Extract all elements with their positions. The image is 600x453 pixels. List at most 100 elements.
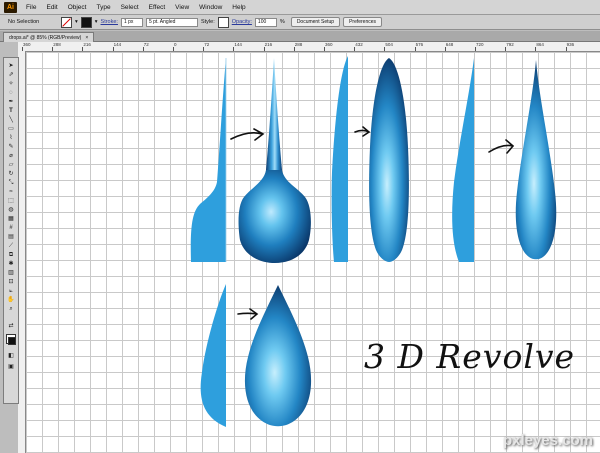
ruler-tick-mark [263, 47, 265, 51]
opacity-label[interactable]: Opacity: [232, 19, 252, 25]
opacity-unit: % [279, 19, 285, 25]
ruler-tick-mark [565, 47, 567, 51]
menu-select[interactable]: Select [116, 4, 144, 11]
ruler-tick-label: 72 [143, 42, 149, 47]
arrow-2 [354, 126, 371, 137]
menu-edit[interactable]: Edit [41, 4, 62, 11]
eyedropper-tool-icon[interactable]: ⟋ [6, 243, 16, 250]
column-graph-tool-icon[interactable]: ▥ [6, 270, 16, 277]
ruler-tick-mark [444, 47, 446, 51]
annotation-text: 3 D Revolve [364, 337, 576, 376]
revolved-flask[interactable] [266, 58, 282, 170]
menu-view[interactable]: View [170, 4, 194, 11]
ruler-tick-label: 0 [174, 42, 177, 47]
pen-tool-icon[interactable]: ✒ [6, 99, 16, 106]
eraser-tool-icon[interactable]: ▱ [6, 162, 16, 169]
slice-tool-icon[interactable]: ⟀ [6, 288, 16, 295]
magic-wand-tool-icon[interactable]: ✧ [6, 81, 16, 88]
tools-panel: ➤ ⇗ ✧ ◌ ✒ T ╲ ▭ ⌇ ✎ ⌀ ▱ ↻ ⤡ ≈ ⬚ ◍ ▦ # ▤ … [3, 57, 19, 404]
mesh-tool-icon[interactable]: # [6, 225, 16, 232]
revolved-flask-bulb[interactable] [238, 170, 311, 263]
hand-tool-icon[interactable]: ✋ [6, 297, 16, 304]
chevron-down-icon[interactable]: ▾ [95, 19, 98, 25]
arrow-1 [230, 128, 265, 141]
line-tool-icon[interactable]: ╲ [6, 117, 16, 124]
opacity-field[interactable]: 100 [254, 17, 277, 27]
free-transform-tool-icon[interactable]: ⬚ [6, 198, 16, 205]
revolved-classic-drop[interactable] [244, 285, 312, 427]
stroke-label[interactable]: Stroke: [101, 19, 118, 25]
paintbrush-tool-icon[interactable]: ⌇ [6, 135, 16, 142]
screen-mode-icon[interactable]: ▣ [6, 364, 16, 371]
rotate-tool-icon[interactable]: ↻ [6, 171, 16, 178]
artboard-tool-icon[interactable]: ⊡ [6, 279, 16, 286]
horizontal-ruler[interactable]: 360 288 216 144 72 0 72 144 216 288 360 432 504 576 64… [18, 42, 600, 52]
ruler-tick-mark [142, 47, 144, 51]
blend-tool-icon[interactable]: ⧉ [6, 252, 16, 259]
control-bar: No Selection ▾ ▾ Stroke: 1 px 5 pt. Angl… [0, 15, 600, 30]
document-tab[interactable]: drops.ai* @ 85% (RGB/Preview) × [3, 32, 95, 42]
ruler-tick-label: 432 [355, 42, 363, 47]
menu-object[interactable]: Object [63, 4, 92, 11]
warp-tool-icon[interactable]: ≈ [6, 189, 16, 196]
lasso-tool-icon[interactable]: ◌ [6, 90, 16, 97]
brush-select[interactable]: 5 pt. Angled [145, 17, 198, 27]
blob-brush-tool-icon[interactable]: ⌀ [6, 153, 16, 160]
zoom-tool-icon[interactable]: ⌕ [6, 306, 16, 313]
ruler-tick-mark [414, 47, 416, 51]
ruler-tick-mark [82, 47, 84, 51]
ruler-tick-label: 144 [113, 42, 122, 47]
menu-file[interactable]: File [21, 4, 41, 11]
profile-shape-3[interactable] [452, 58, 474, 262]
artboard-canvas[interactable]: 3 D Revolve pxleyes.com [26, 52, 600, 453]
style-swatch[interactable] [217, 16, 229, 28]
profile-shape-1[interactable] [190, 58, 226, 262]
scale-tool-icon[interactable]: ⤡ [6, 180, 16, 187]
menu-effect[interactable]: Effect [144, 4, 171, 11]
pencil-tool-icon[interactable]: ✎ [6, 144, 16, 151]
stroke-swatch[interactable] [80, 16, 92, 28]
ruler-tick-label: 720 [476, 42, 484, 47]
shape-builder-tool-icon[interactable]: ◍ [6, 207, 16, 214]
revolved-elongated-drop[interactable] [369, 58, 409, 262]
profile-shape-4[interactable] [200, 284, 226, 427]
ruler-tick-mark [384, 47, 386, 51]
ruler-tick-label: 936 [566, 42, 575, 47]
rectangle-tool-icon[interactable]: ▭ [6, 126, 16, 133]
ruler-tick-mark [233, 47, 235, 51]
ruler-tick-label: 360 [325, 42, 333, 47]
gradient-tool-icon[interactable]: ▤ [6, 234, 16, 241]
vertical-ruler[interactable] [18, 51, 26, 453]
selection-status: No Selection [8, 19, 40, 25]
profile-shape-2[interactable] [331, 56, 348, 262]
arrow-3 [488, 139, 515, 154]
stroke-weight-field[interactable]: 1 px [120, 17, 143, 27]
ruler-tick-label: 216 [264, 42, 273, 47]
ruler-tick-mark [203, 47, 205, 51]
menu-help[interactable]: Help [227, 4, 250, 11]
artwork [190, 56, 557, 427]
ruler-tick-mark [324, 47, 325, 51]
symbol-sprayer-tool-icon[interactable]: ✱ [6, 261, 16, 268]
fill-swatch[interactable] [61, 16, 72, 28]
preferences-button[interactable]: Preferences [343, 17, 383, 27]
selection-tool-icon[interactable]: ➤ [6, 63, 16, 70]
default-colors-icon[interactable]: ⇄ [6, 323, 16, 330]
menu-type[interactable]: Type [91, 4, 115, 11]
close-icon[interactable]: × [85, 35, 88, 41]
ruler-tick-mark [52, 47, 54, 51]
revolved-thin-drop[interactable] [515, 60, 557, 260]
ruler-tick-label: 72 [204, 42, 210, 47]
ruler-tick-label: 288 [53, 42, 61, 47]
perspective-grid-tool-icon[interactable]: ▦ [6, 216, 16, 223]
stroke-color-swatch[interactable] [8, 337, 16, 345]
drawing-mode-icon[interactable]: ◧ [6, 353, 16, 360]
style-label: Style: [200, 19, 215, 25]
menu-window[interactable]: Window [194, 4, 227, 11]
ruler-tick-mark [505, 47, 507, 51]
document-setup-button[interactable]: Document Setup [290, 17, 341, 27]
ruler-tick-mark [535, 47, 537, 51]
type-tool-icon[interactable]: T [6, 108, 16, 115]
direct-selection-tool-icon[interactable]: ⇗ [6, 72, 16, 79]
chevron-down-icon[interactable]: ▾ [75, 19, 78, 25]
